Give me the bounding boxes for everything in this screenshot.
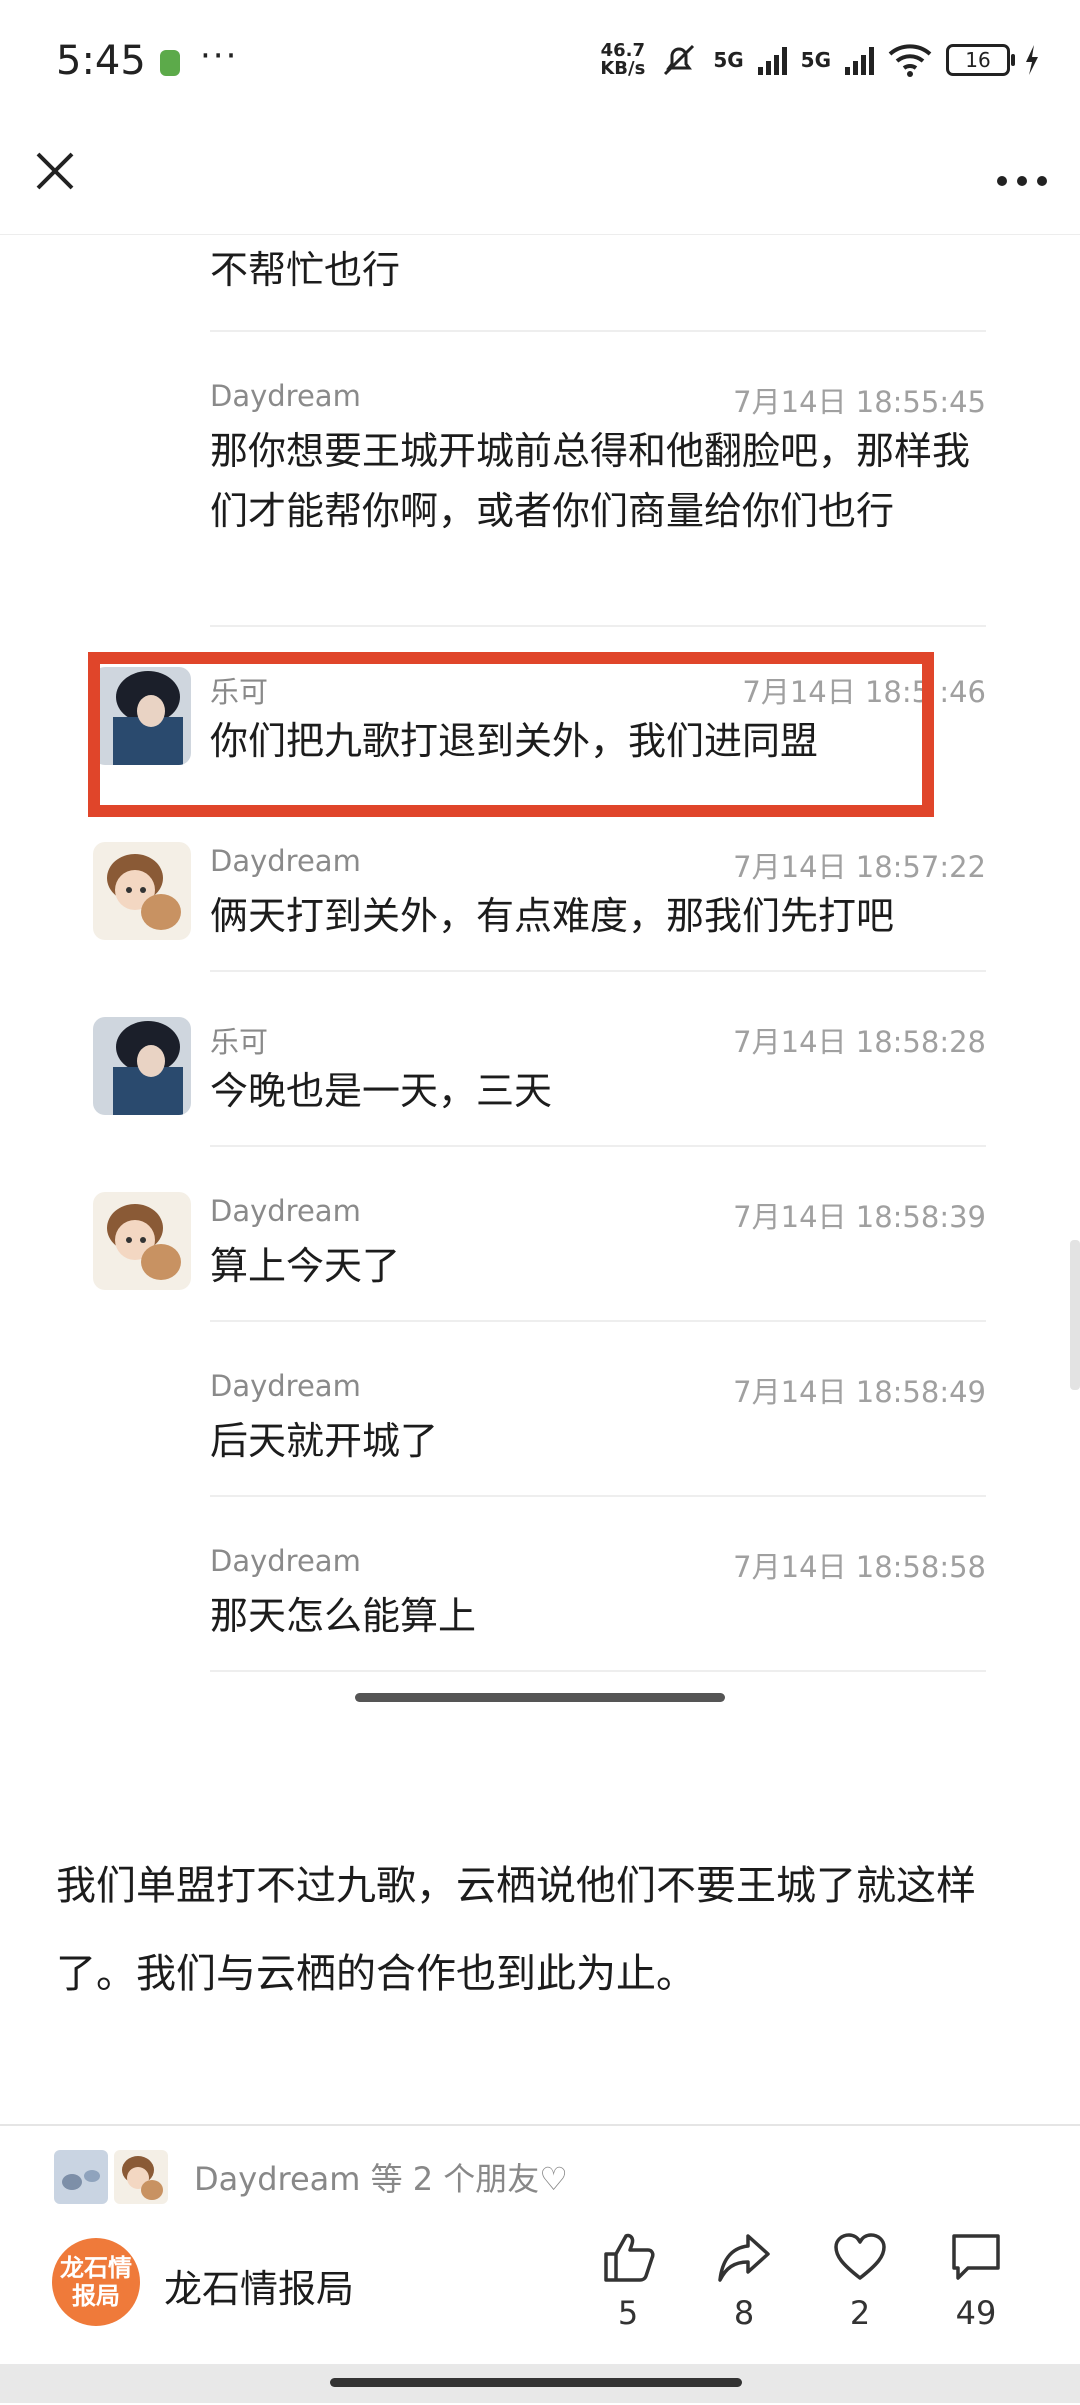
top-navigation bbox=[0, 130, 1080, 235]
share-button[interactable]: 8 bbox=[704, 2230, 784, 2332]
mute-icon bbox=[664, 44, 695, 76]
share-count: 8 bbox=[733, 2294, 755, 2332]
home-indicator[interactable] bbox=[330, 2378, 742, 2387]
puppy-avatar bbox=[93, 1192, 191, 1290]
account-logo[interactable]: 龙石情报局 bbox=[52, 2238, 140, 2326]
signal-5g-2: 5G bbox=[800, 48, 831, 72]
message-divider bbox=[210, 625, 986, 627]
share-icon bbox=[718, 2234, 770, 2282]
status-more-icon: ··· bbox=[200, 36, 239, 76]
message-divider bbox=[210, 970, 986, 972]
message-text: 后天就开城了 bbox=[210, 1419, 439, 1463]
friend-avatar bbox=[54, 2150, 108, 2204]
message-divider bbox=[210, 1670, 986, 1672]
status-icons: 46.7 KB/s 5G 5G 16 bbox=[600, 40, 1040, 80]
network-speed: 46.7 KB/s bbox=[600, 40, 646, 79]
message-text: 俩天打到关外，有点难度，那我们先打吧 bbox=[210, 894, 895, 938]
heart-icon bbox=[834, 2233, 886, 2280]
message-time: 7月14日 18:58:39 bbox=[733, 1200, 986, 1234]
message-time: 7月14日 18:58:28 bbox=[733, 1025, 986, 1059]
image-scroll-indicator bbox=[355, 1693, 725, 1702]
message-time: 7月14日 18:58:49 bbox=[733, 1375, 986, 1409]
likers-text: Daydream 等 2 个朋友♡ bbox=[194, 2160, 568, 2198]
friend-avatar bbox=[114, 2150, 168, 2204]
wifi-icon bbox=[888, 44, 932, 77]
message-text: 那天怎么能算上 bbox=[210, 1594, 477, 1638]
message-time: 7月14日 18:58:58 bbox=[733, 1550, 986, 1584]
message-divider bbox=[210, 330, 986, 332]
article-footer: Daydream 等 2 个朋友♡ 龙石情报局 龙石情报局 5 8 2 49 bbox=[0, 2124, 1080, 2405]
dark-hair-avatar bbox=[93, 1017, 191, 1115]
comment-count: 49 bbox=[955, 2294, 997, 2332]
like-button[interactable]: 5 bbox=[588, 2230, 668, 2332]
signal-5g-1: 5G bbox=[713, 48, 744, 72]
more-icon[interactable] bbox=[994, 166, 1050, 196]
sender-name: Daydream bbox=[210, 1544, 361, 1578]
sender-name: Daydream bbox=[210, 844, 361, 878]
signal-bars-2-icon bbox=[845, 45, 874, 75]
message-divider bbox=[210, 1495, 986, 1497]
favorite-count: 2 bbox=[849, 2294, 871, 2332]
account-name[interactable]: 龙石情报局 bbox=[164, 2258, 354, 2313]
message-time: 7月14日 18:55:45 bbox=[733, 385, 986, 419]
comment-icon bbox=[952, 2234, 1000, 2280]
message-text: 算上今天了 bbox=[210, 1244, 401, 1288]
favorite-button[interactable]: 2 bbox=[820, 2230, 900, 2332]
message-text: 今晚也是一天，三天 bbox=[210, 1069, 553, 1113]
sender-name: Daydream bbox=[210, 1194, 361, 1228]
message-divider bbox=[210, 1320, 986, 1322]
signal-bars-1-icon bbox=[757, 45, 787, 75]
message-time: 7月14日 18:57:22 bbox=[733, 850, 986, 884]
sender-name: Daydream bbox=[210, 379, 361, 413]
message-divider bbox=[210, 1145, 986, 1147]
message-text: 不帮忙也行 bbox=[210, 248, 401, 292]
message-text: 那你想要王城开城前总得和他翻脸吧，那样我们才能帮你啊，或者你们商量给你们也行 bbox=[210, 429, 971, 533]
charging-icon bbox=[1026, 45, 1038, 75]
thumbs-up-icon bbox=[604, 2233, 655, 2282]
close-icon[interactable] bbox=[28, 144, 82, 198]
status-time: 5:45 bbox=[56, 38, 146, 84]
sender-name: Daydream bbox=[210, 1369, 361, 1403]
sender-name: 乐可 bbox=[210, 1025, 269, 1059]
battery-icon: 16 bbox=[946, 44, 1015, 76]
comment-button[interactable]: 49 bbox=[936, 2230, 1016, 2332]
page-scrollbar[interactable] bbox=[1070, 1240, 1080, 1390]
like-count: 5 bbox=[617, 2294, 639, 2332]
status-bar: 5:45 ··· 46.7 KB/s 5G 5G 16 bbox=[0, 0, 1080, 130]
puppy-avatar bbox=[93, 842, 191, 940]
liked-by-friends[interactable]: Daydream 等 2 个朋友♡ bbox=[54, 2150, 568, 2204]
article-paragraph: 我们单盟打不过九歌，云栖说他们不要王城了就这样了。我们与云栖的合作也到此为止。 bbox=[56, 1863, 976, 1997]
red-highlight-box bbox=[88, 652, 934, 817]
app-notification-icon bbox=[160, 50, 180, 76]
